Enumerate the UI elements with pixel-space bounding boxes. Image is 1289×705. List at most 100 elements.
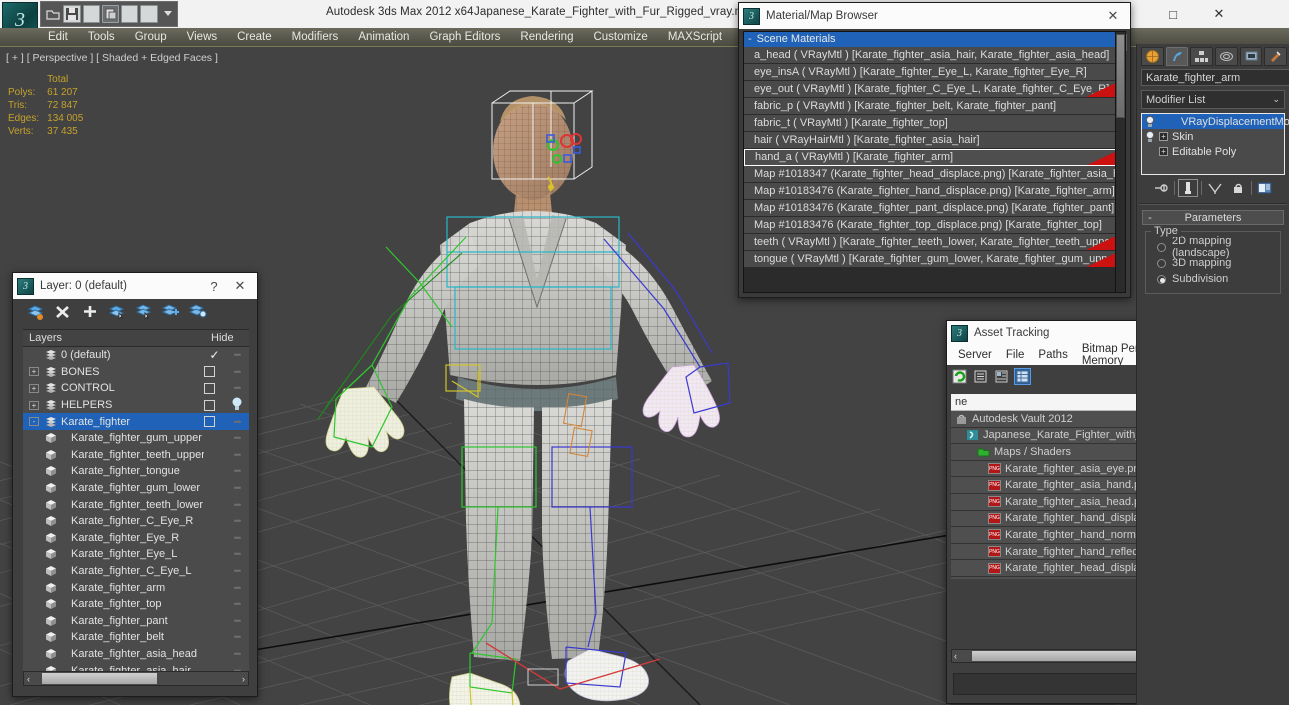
layer-render-dots[interactable]: ••• [225,483,249,493]
layer-active-check[interactable]: ✓ [204,348,225,362]
asset-hscroll-thumb[interactable] [972,651,1152,661]
material-scroll-thumb[interactable] [1116,34,1125,118]
layer-hide-checkbox[interactable] [204,366,215,378]
radio-button[interactable] [1157,274,1166,284]
select-objects-in-layer-icon[interactable] [108,304,126,321]
radio-button[interactable] [1157,258,1166,268]
layer-hide-checkbox[interactable] [204,416,215,428]
set-project-folder-icon[interactable] [101,5,120,23]
layer-render-dots[interactable]: ••• [225,367,249,377]
utilities-tab[interactable] [1264,46,1288,66]
material-list-item[interactable]: Map #10183476 (Karate_fighter_pant_displ… [744,200,1120,217]
material-list-item[interactable]: Map #10183476 (Karate_fighter_hand_displ… [744,183,1120,200]
menu-item-rendering[interactable]: Rendering [510,28,583,47]
material-list[interactable]: - Scene Materials a_head ( VRayMtl ) [Ka… [743,31,1121,293]
layer-row[interactable]: Karate_fighter_Eye_R ••• [23,530,249,547]
layer-render-dots[interactable]: ••• [225,549,249,559]
refresh-icon[interactable] [951,368,968,385]
menu-item-edit[interactable]: Edit [38,28,78,47]
pin-stack-icon[interactable] [1151,179,1171,197]
layer-row[interactable]: Karate_fighter_belt ••• [23,629,249,646]
parameters-rollout-header[interactable]: - Parameters [1142,210,1284,225]
layer-row[interactable]: 0 (default) ✓ ••• [23,347,249,364]
modify-tab[interactable] [1165,46,1189,66]
asset-scroll-left-arrow[interactable]: ‹ [954,651,957,661]
list-view-icon[interactable] [972,368,989,385]
close-button[interactable]: ✕ [1196,0,1242,28]
layer-row[interactable]: Karate_fighter_C_Eye_L ••• [23,563,249,580]
layer-render-dots[interactable]: ••• [225,383,249,393]
matbrowser-close-button[interactable]: ✕ [1100,4,1126,28]
layer-render-dots[interactable]: ••• [225,533,249,543]
material-list-item[interactable]: eye_insA ( VRayMtl ) [Karate_fighter_Eye… [744,64,1120,81]
layer-close-button[interactable]: ✕ [227,274,253,298]
layer-scroll-thumb[interactable] [42,673,157,684]
layer-manager-window[interactable]: 3 Layer: 0 (default) ? ✕ Layers Hide 0 (… [12,272,258,697]
modifier-stack[interactable]: VRayDisplacementMod + Skin + Editable Poly [1141,113,1289,175]
layer-help-button[interactable]: ? [201,274,227,298]
maximize-button[interactable]: □ [1150,0,1196,28]
add-selection-to-layer-icon[interactable] [81,304,99,320]
layer-render-dots[interactable]: ••• [225,450,249,460]
select-highlighted-objects-icon[interactable] [135,304,153,321]
object-name-field[interactable] [1141,69,1289,86]
layer-hide-checkbox[interactable] [204,399,215,411]
make-unique-icon[interactable] [1205,179,1225,197]
chevron-down-icon[interactable] [160,5,177,23]
delete-layer-icon[interactable] [54,304,72,320]
layer-row[interactable]: Karate_fighter_pant ••• [23,613,249,630]
menu-item-tools[interactable]: Tools [78,28,125,47]
layer-expander-icon[interactable]: + [29,383,39,393]
show-end-result-icon[interactable] [1178,179,1198,197]
display-tab[interactable] [1239,46,1263,66]
menu-item-create[interactable]: Create [227,28,282,47]
chevron-down-icon[interactable]: ⌄ [1272,94,1280,105]
layer-expander-icon[interactable]: + [29,367,39,377]
layer-expander-icon[interactable]: + [29,400,39,410]
group-expander-icon[interactable]: - [748,32,752,47]
layer-render-dots[interactable]: ••• [225,583,249,593]
radio-button[interactable] [1157,242,1166,252]
layer-render-dots[interactable]: ••• [225,466,249,476]
material-list-item[interactable]: Map #10183476 (Karate_fighter_top_displa… [744,217,1120,234]
layer-expander-icon[interactable]: - [29,417,39,427]
material-map-browser-window[interactable]: 3 Material/Map Browser ✕ Search by Name … [738,2,1131,298]
layer-row[interactable]: Karate_fighter_teeth_lower ••• [23,496,249,513]
layer-row[interactable]: Karate_fighter_gum_lower ••• [23,480,249,497]
layer-row[interactable]: Karate_fighter_top ••• [23,596,249,613]
layer-row[interactable]: Karate_fighter_tongue ••• [23,463,249,480]
layer-render-dots[interactable]: ••• [225,350,249,360]
material-list-item[interactable]: hair ( VRayHairMtl ) [Karate_fighter_asi… [744,132,1120,149]
layer-render-dots[interactable]: ••• [225,500,249,510]
modifier-stack-item[interactable]: + Skin [1142,129,1284,144]
layer-list[interactable]: 0 (default) ✓ ••• + BONES ••• + CONTROL ••• + HELP… [23,347,249,681]
configure-modifier-sets-icon[interactable] [1255,179,1275,197]
layer-horizontal-scrollbar[interactable]: ‹ › [23,671,249,686]
material-list-scrollbar[interactable] [1115,31,1126,293]
motion-tab[interactable] [1215,46,1238,66]
material-list-item[interactable]: fabric_t ( VRayMtl ) [Karate_fighter_top… [744,115,1120,132]
layer-row[interactable]: Karate_fighter_asia_head ••• [23,646,249,663]
layer-hide-checkbox[interactable] [204,382,215,394]
asset-menu-server[interactable]: Server [951,349,999,361]
menu-item-maxscript[interactable]: MAXScript [658,28,732,47]
menu-item-graph-editors[interactable]: Graph Editors [419,28,510,47]
layer-render-bulb-icon[interactable] [225,397,249,413]
material-list-item[interactable]: Map #1018347 (Karate_fighter_head_displa… [744,166,1120,183]
modifier-list-dropdown[interactable]: Modifier List ⌄ [1141,90,1285,109]
workspace-icon[interactable] [140,5,158,23]
menu-item-animation[interactable]: Animation [348,28,419,47]
layer-row[interactable]: + BONES ••• [23,364,249,381]
layer-render-dots[interactable]: ••• [225,417,249,427]
grid-view-icon[interactable] [1014,368,1031,385]
layer-render-dots[interactable]: ••• [225,433,249,443]
modifier-expander-icon[interactable]: + [1159,147,1168,156]
rollout-expander-icon[interactable]: - [1143,212,1157,224]
layer-row[interactable]: Karate_fighter_teeth_upper ••• [23,447,249,464]
layer-render-dots[interactable]: ••• [225,599,249,609]
modifier-stack-item[interactable]: + Editable Poly [1142,144,1284,159]
create-tab[interactable] [1141,46,1164,66]
hierarchy-tab[interactable] [1190,46,1214,66]
layer-row[interactable]: Karate_fighter_arm ••• [23,579,249,596]
save-file-icon[interactable] [63,5,81,23]
